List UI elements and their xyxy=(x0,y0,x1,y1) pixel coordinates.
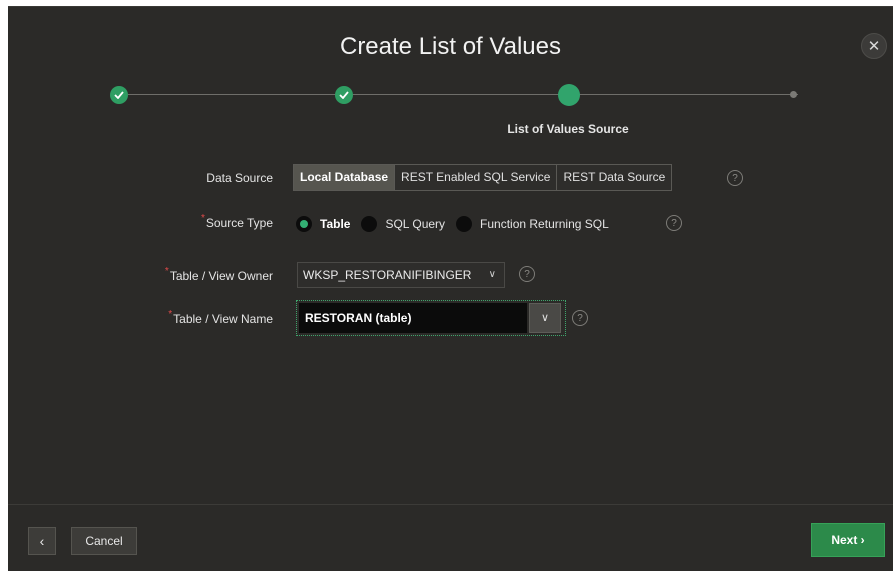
required-marker: * xyxy=(200,213,205,224)
radio-unchecked-icon[interactable] xyxy=(456,216,473,232)
wizard-step-3-current xyxy=(558,84,580,106)
radio-unchecked-icon[interactable] xyxy=(361,216,378,232)
source-type-label: *Source Type xyxy=(200,213,273,230)
previous-button[interactable]: ‹ xyxy=(28,527,56,555)
next-button[interactable]: Next › xyxy=(811,523,885,557)
close-button[interactable]: ✕ xyxy=(861,33,887,59)
table-view-owner-select[interactable]: WKSP_RESTORANIFIBINGER ∨ xyxy=(297,262,505,288)
table-view-name-help-icon[interactable]: ? xyxy=(572,310,588,326)
check-icon xyxy=(339,91,349,99)
check-icon xyxy=(114,91,124,99)
chevron-down-icon: ∨ xyxy=(488,269,496,280)
source-type-radio-group: Table SQL Query Function Returning SQL xyxy=(296,216,620,232)
table-view-name-label: *Table / View Name xyxy=(168,309,273,326)
data-source-local-database[interactable]: Local Database xyxy=(294,165,396,190)
data-source-rest-data-source[interactable]: REST Data Source xyxy=(557,165,671,190)
table-view-name-lov-button[interactable]: ∨ xyxy=(529,303,561,333)
wizard-track xyxy=(118,94,798,95)
chevron-left-icon: ‹ xyxy=(39,533,45,549)
data-source-segmented-control: Local Database REST Enabled SQL Service … xyxy=(293,164,673,191)
table-view-owner-help-icon[interactable]: ? xyxy=(519,266,535,282)
wizard-current-label: List of Values Source xyxy=(507,122,629,136)
wizard-step-4 xyxy=(790,91,797,98)
table-view-name-focus-ring: RESTORAN (table) ∨ xyxy=(296,300,566,336)
dialog-title: Create List of Values xyxy=(339,33,561,60)
data-source-help-icon[interactable]: ? xyxy=(727,170,743,186)
data-source-label: Data Source xyxy=(206,171,273,185)
wizard-step-2 xyxy=(335,86,353,104)
radio-checked-icon[interactable] xyxy=(296,216,312,232)
source-type-sql-query-option[interactable]: SQL Query xyxy=(361,216,445,232)
close-icon: ✕ xyxy=(867,38,881,55)
wizard-step-1 xyxy=(110,86,128,104)
create-lov-dialog: Create List of Values ✕ List of Values S… xyxy=(8,6,893,571)
data-source-rest-enabled-sql[interactable]: REST Enabled SQL Service xyxy=(395,165,558,190)
source-type-table-option[interactable]: Table xyxy=(296,216,350,232)
source-type-help-icon[interactable]: ? xyxy=(666,215,682,231)
table-view-owner-label: *Table / View Owner xyxy=(164,266,273,283)
table-view-name-input[interactable]: RESTORAN (table) xyxy=(299,303,527,333)
cancel-button[interactable]: Cancel xyxy=(71,527,137,555)
chevron-down-icon: ∨ xyxy=(540,312,550,324)
source-type-function-option[interactable]: Function Returning SQL xyxy=(456,216,609,232)
dialog-footer: ‹ Cancel Next › xyxy=(8,504,893,571)
